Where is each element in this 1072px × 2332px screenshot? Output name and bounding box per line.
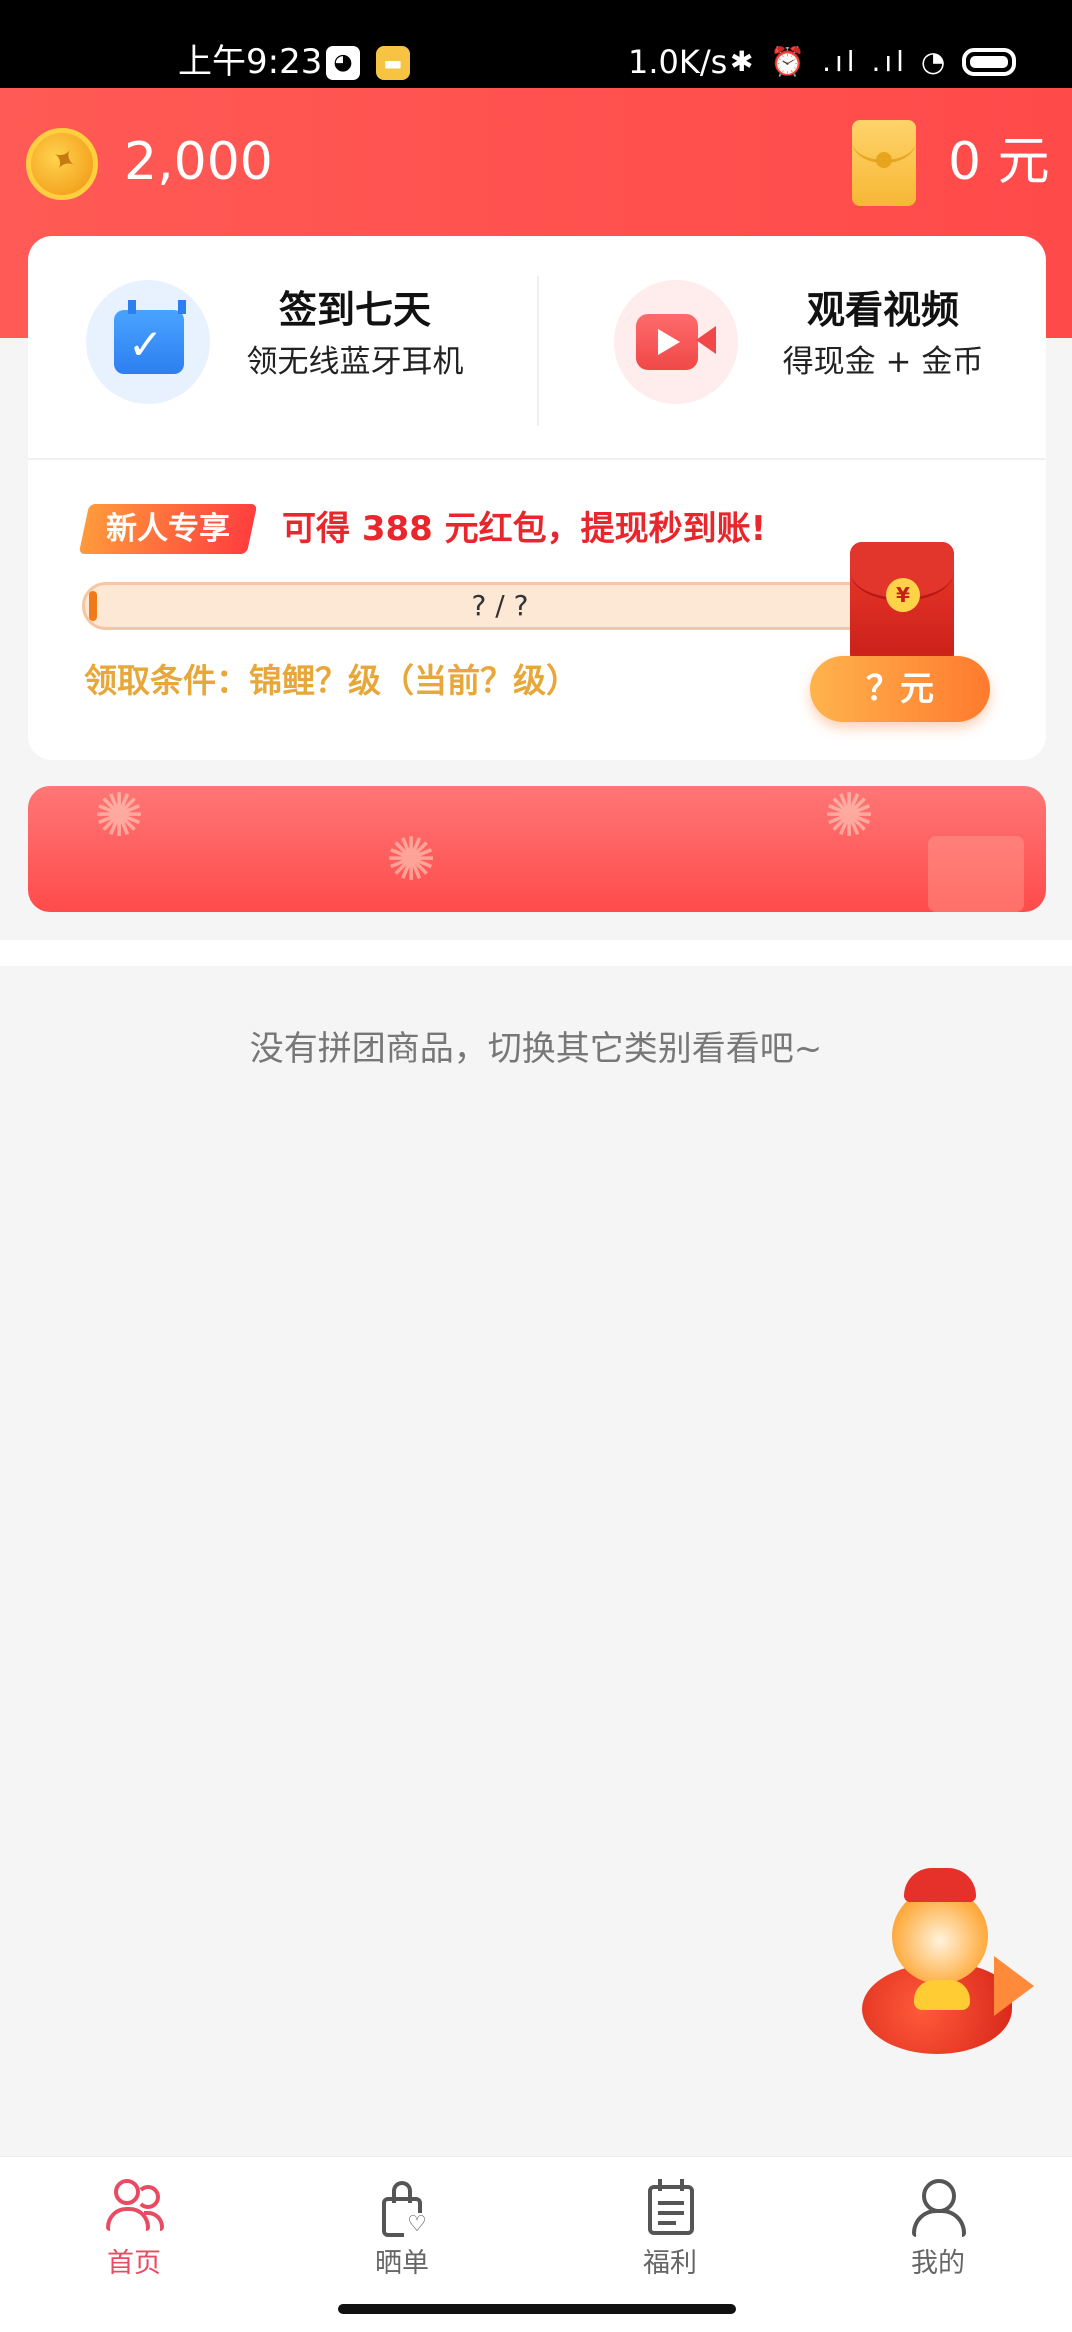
network-speed: 1.0K/s bbox=[628, 43, 728, 81]
promo-banner[interactable]: ✺ ✺ ✺ bbox=[28, 786, 1046, 912]
tiger-koi-mascot-icon[interactable] bbox=[848, 1868, 1038, 2068]
video-camera-icon bbox=[636, 314, 716, 370]
claim-condition: 领取条件：锦鲤？级（当前？级） bbox=[84, 661, 579, 700]
checkin-icon-wrap bbox=[86, 280, 210, 404]
firework-icon: ✺ bbox=[824, 786, 875, 851]
card-divider bbox=[28, 458, 1046, 460]
video-icon-wrap bbox=[614, 280, 738, 404]
video-title: 观看视频 bbox=[806, 288, 959, 332]
status-time: 上午9:23 bbox=[178, 42, 323, 82]
calendar-list-icon bbox=[642, 2179, 698, 2235]
firework-icon: ✺ bbox=[386, 825, 437, 895]
tab-showcase[interactable]: ♡ 晒单 bbox=[312, 2171, 492, 2291]
qq-icon: ◕ bbox=[326, 46, 360, 80]
claim-button[interactable]: ？元 bbox=[810, 656, 990, 722]
cash-amount[interactable]: 0 元 bbox=[948, 130, 1050, 194]
person-icon bbox=[910, 2179, 966, 2237]
progress-label: ? / ? bbox=[471, 589, 529, 622]
tab-home[interactable]: 首页 bbox=[44, 2171, 224, 2291]
tab-mine-label: 我的 bbox=[911, 2248, 965, 2279]
gold-ingot-shape bbox=[914, 1980, 970, 2010]
red-packet-seal: ¥ bbox=[886, 578, 920, 612]
gold-coin-icon[interactable] bbox=[26, 128, 98, 200]
newcomer-progress-bar: ? / ? bbox=[82, 582, 912, 630]
newcomer-promo: 可得 388 元红包，提现秒到账! bbox=[282, 509, 767, 549]
section-gap bbox=[0, 940, 1072, 966]
newcomer-badge-label: 新人专享 bbox=[106, 511, 230, 547]
shopping-bag-heart-icon: ♡ bbox=[374, 2179, 430, 2237]
coin-count[interactable]: 2,000 bbox=[124, 130, 273, 194]
task-card: 签到七天 领无线蓝牙耳机 观看视频 得现金 + 金币 新人专享 可得 388 元… bbox=[28, 236, 1046, 760]
message-icon: ▬ bbox=[376, 46, 410, 80]
battery-icon bbox=[962, 48, 1016, 76]
task-divider bbox=[537, 276, 539, 426]
home-indicator[interactable] bbox=[338, 2304, 736, 2314]
checkin-task[interactable]: 签到七天 领无线蓝牙耳机 bbox=[86, 276, 486, 416]
empty-state-message: 没有拼团商品，切换其它类别看看吧~ bbox=[249, 1029, 823, 1069]
tab-welfare[interactable]: 福利 bbox=[580, 2171, 760, 2291]
checkin-title: 签到七天 bbox=[278, 288, 431, 332]
tab-mine[interactable]: 我的 bbox=[848, 2171, 1028, 2291]
red-packet-icon[interactable]: ¥ bbox=[850, 542, 954, 666]
tiger-head-shape bbox=[892, 1888, 988, 1984]
tab-showcase-label: 晒单 bbox=[375, 2248, 429, 2279]
envelope-icon[interactable] bbox=[852, 120, 916, 206]
calendar-check-icon bbox=[114, 300, 186, 374]
newcomer-badge: 新人专享 bbox=[78, 504, 258, 554]
status-bar: 上午9:23 ◕ ▬ 1.0K/s ✱ ⏰ .ıl .ıl ◔ bbox=[0, 0, 1072, 88]
checkin-subtitle: 领无线蓝牙耳机 bbox=[246, 344, 464, 380]
video-task[interactable]: 观看视频 得现金 + 金币 bbox=[614, 276, 1014, 416]
firework-icon: ✺ bbox=[94, 786, 145, 851]
status-icons: ✱ ⏰ .ıl .ıl ◔ bbox=[730, 45, 950, 78]
tab-home-label: 首页 bbox=[107, 2248, 161, 2279]
tiger-hat-shape bbox=[904, 1868, 976, 1902]
people-icon bbox=[106, 2179, 164, 2235]
tab-welfare-label: 福利 bbox=[643, 2248, 697, 2279]
koi-tail-shape bbox=[994, 1956, 1034, 2016]
gift-icon bbox=[928, 836, 1024, 912]
video-subtitle: 得现金 + 金币 bbox=[782, 344, 984, 380]
